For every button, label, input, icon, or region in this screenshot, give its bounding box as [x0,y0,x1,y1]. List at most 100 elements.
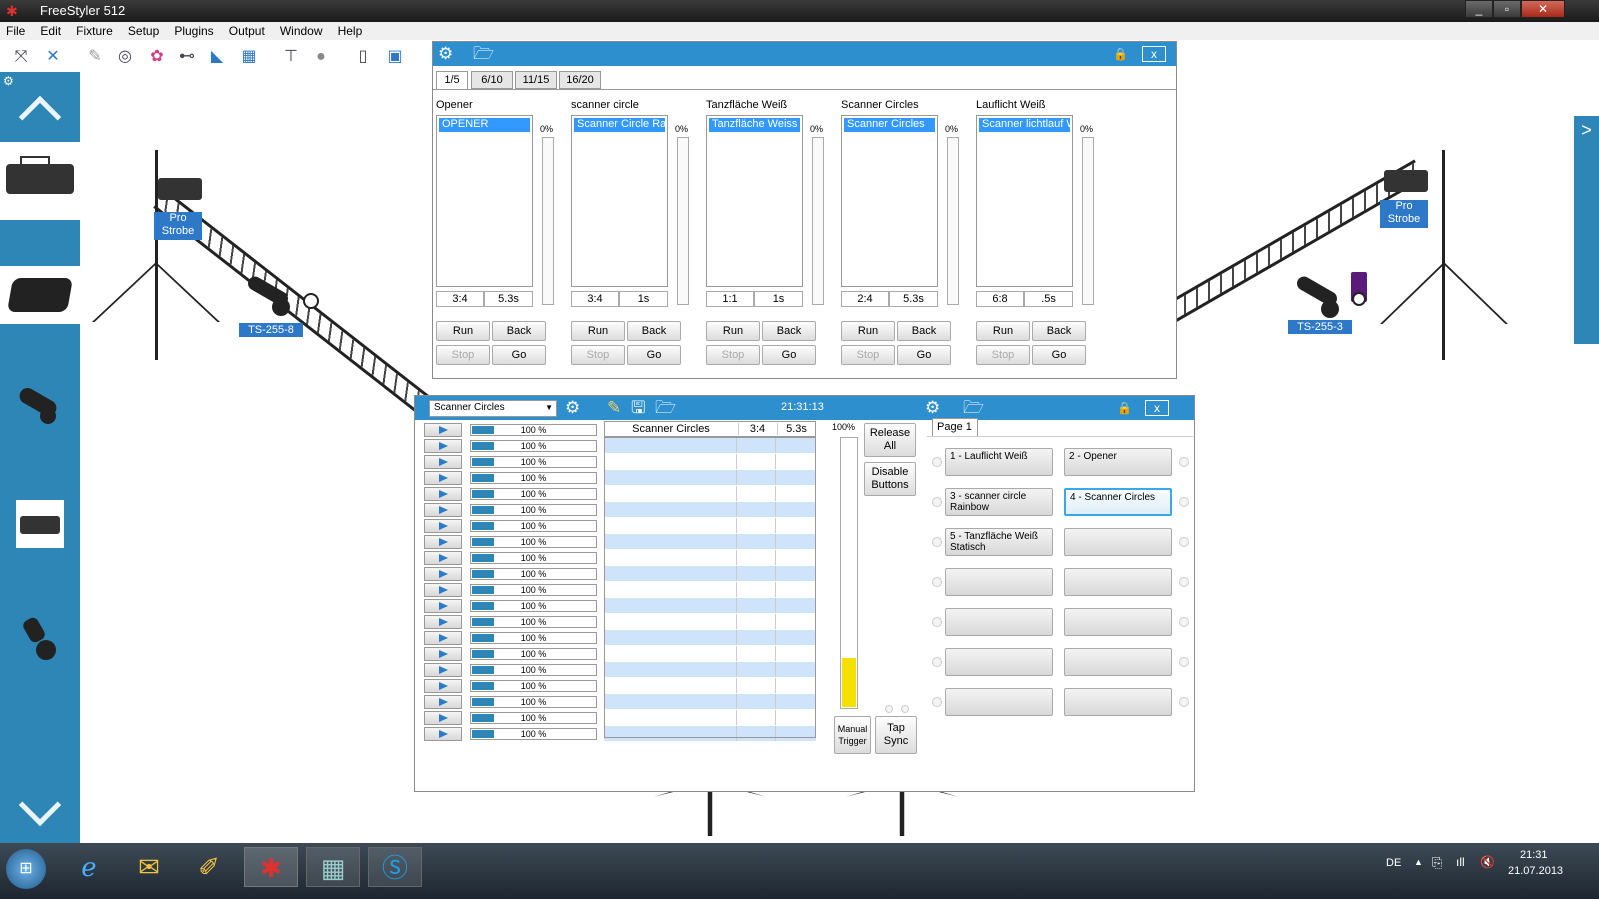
cue-go-button[interactable]: Go [897,345,951,365]
page-button-5[interactable]: 5 - Tanzfläche Weiß Statisch [945,528,1053,556]
cue-stop-button[interactable]: Stop [976,345,1030,365]
master-fader[interactable] [840,437,858,709]
cue-go-button[interactable]: Go [492,345,546,365]
page-button-1[interactable]: 1 - Lauflicht Weiß [945,448,1053,476]
internet-explorer-icon[interactable]: ℯ [62,847,116,887]
right-panel-toggle[interactable]: > [1574,116,1599,344]
channel-level[interactable]: 100 % [470,616,597,628]
cue-close-button[interactable]: x [1142,46,1166,62]
page-button-8[interactable] [1064,568,1172,596]
page-button-9[interactable] [945,608,1053,636]
play-icon[interactable] [424,631,462,645]
channel-level[interactable]: 100 % [470,424,597,436]
page-button-dot[interactable] [932,457,942,467]
cue-back-button[interactable]: Back [762,321,816,341]
beam-icon[interactable]: ◣ [206,46,228,68]
channel-level[interactable]: 100 % [470,504,597,516]
channel-level[interactable]: 100 % [470,680,597,692]
channel-level[interactable]: 100 % [470,440,597,452]
cue-fader[interactable] [542,137,554,305]
play-icon[interactable] [424,599,462,613]
page-button-dot[interactable] [932,497,942,507]
maximize-button[interactable]: ▫ [1493,0,1521,18]
page-button-dot[interactable] [932,697,942,707]
channel-level[interactable]: 100 % [470,584,597,596]
document-icon[interactable]: ▯ [352,46,374,68]
cue-list[interactable]: OPENER [436,115,533,287]
buttons-gear-icon[interactable]: ⚙ [925,396,940,420]
channel-level[interactable]: 100 % [470,488,597,500]
channel-level[interactable]: 100 % [470,664,597,676]
fixture-thumb-laser[interactable] [0,142,80,220]
chevron-down-icon[interactable] [18,783,62,827]
play-icon[interactable] [424,711,462,725]
buttons-open-folder-icon[interactable]: 🗁 [963,396,984,420]
stage-strobe-left[interactable] [158,178,202,200]
play-icon[interactable] [424,663,462,677]
fixture-thumb-scanner[interactable] [0,266,80,324]
page-button-dot[interactable] [1179,657,1189,667]
play-icon[interactable] [424,567,462,581]
disable-buttons-button[interactable]: Disable Buttons [864,462,916,496]
page-button-dot[interactable] [1179,457,1189,467]
page-button-dot[interactable] [932,617,942,627]
cue-back-button[interactable]: Back [492,321,546,341]
language-indicator[interactable]: DE [1386,857,1401,869]
menu-setup[interactable]: Setup [122,22,165,40]
page-button-3[interactable]: 3 - scanner circle Rainbow [945,488,1053,516]
cue-stop-button[interactable]: Stop [571,345,625,365]
tab-11-15[interactable]: 11/15 [515,71,557,89]
skype-icon[interactable]: Ⓢ [368,847,422,887]
cue-list[interactable]: Scanner Circles [841,115,938,287]
page-button-dot[interactable] [1179,617,1189,627]
play-icon[interactable] [424,535,462,549]
clock-date[interactable]: 21.07.2013 [1508,865,1563,877]
page-button-11[interactable] [945,648,1053,676]
channel-level[interactable]: 100 % [470,696,597,708]
pen-icon[interactable]: ✎ [84,46,106,68]
fixture-thumb-strobe[interactable] [16,500,64,548]
cue-list[interactable]: Tanzfläche Weiss S [706,115,803,287]
cue-run-button[interactable]: Run [436,321,490,341]
channel-level[interactable]: 100 % [470,648,597,660]
cue-fader[interactable] [677,137,689,305]
tray-usb-icon[interactable]: ⎘ [1432,855,1442,871]
sequence-close-button[interactable]: x [1145,400,1169,416]
circle-icon[interactable]: ● [310,46,332,68]
fixture-thumb-moving-head[interactable] [16,385,62,428]
chevron-up-icon[interactable] [18,95,62,139]
smoke-icon[interactable]: ⊤ [280,46,302,68]
menu-output[interactable]: Output [223,22,271,40]
page-button-dot[interactable] [932,577,942,587]
fixture-label-pro-strobe-left[interactable]: Pro Strobe [154,212,202,240]
page-button-2[interactable]: 2 - Opener [1064,448,1172,476]
cue-stop-button[interactable]: Stop [436,345,490,365]
play-icon[interactable] [424,727,462,741]
channel-level[interactable]: 100 % [470,552,597,564]
menu-plugins[interactable]: Plugins [168,22,219,40]
fixture-label-ts-255-3[interactable]: TS-255-3 [1288,320,1352,334]
sequence-gear-icon[interactable]: ⚙ [565,396,580,420]
sequence-lock-icon[interactable]: 🔒 [1117,396,1132,420]
cue-list-item-selected[interactable]: Tanzfläche Weiss S [709,118,800,132]
cue-fader[interactable] [812,137,824,305]
play-icon[interactable] [424,423,462,437]
minimize-button[interactable]: _ [1465,0,1493,18]
sequence-save-icon[interactable]: 🖫 [631,396,645,420]
tray-arrow-icon[interactable]: ▲ [1414,857,1423,867]
clock-time[interactable]: 21:31 [1520,849,1548,861]
cue-list-item-selected[interactable]: Scanner Circles [844,118,935,132]
page-button-4[interactable]: 4 - Scanner Circles [1064,488,1172,516]
page-button-7[interactable] [945,568,1053,596]
page-button-dot[interactable] [1179,697,1189,707]
page-button-6[interactable] [1064,528,1172,556]
fixture-label-ts-255-8[interactable]: TS-255-8 [239,323,303,337]
page-button-dot[interactable] [1179,497,1189,507]
cue-list-item-selected[interactable]: Scanner Circle Rai [574,118,665,132]
cue-fader[interactable] [947,137,959,305]
outlook-icon[interactable]: ✉ [122,847,176,887]
fixture-icon[interactable]: ⊷ [176,46,198,68]
channel-level[interactable]: 100 % [470,472,597,484]
cue-list[interactable]: Scanner Circle Rai [571,115,668,287]
channel-level[interactable]: 100 % [470,456,597,468]
